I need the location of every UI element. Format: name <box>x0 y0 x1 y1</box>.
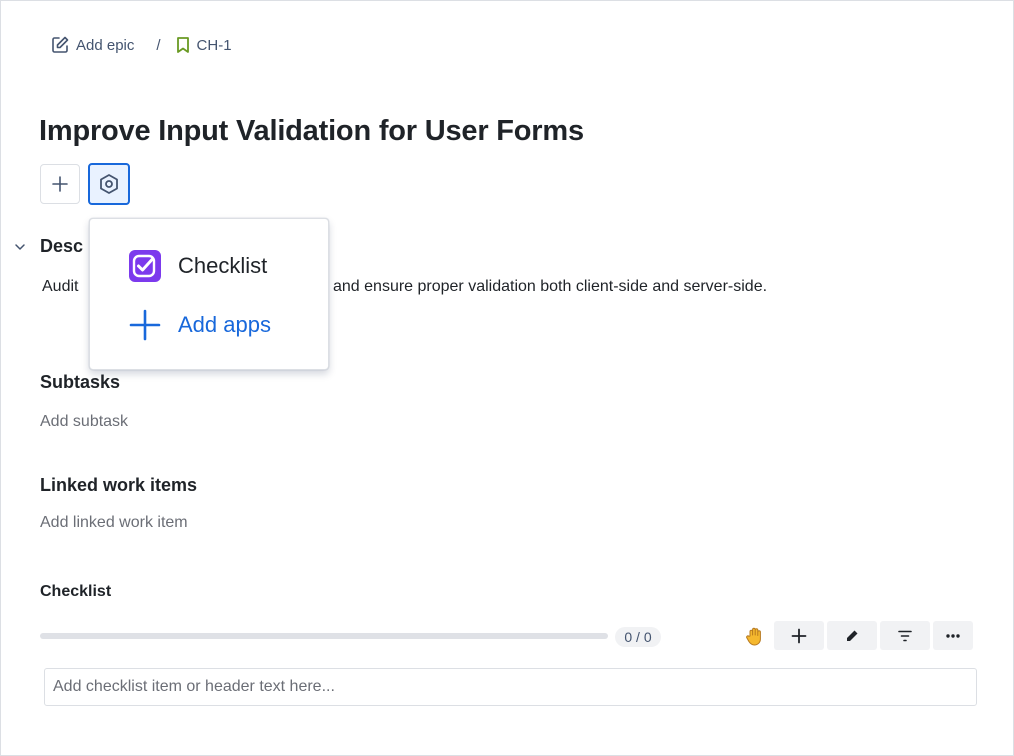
menu-item-add-apps-label: Add apps <box>178 312 271 337</box>
pencil-icon <box>847 630 858 641</box>
description-text-start[interactable]: Audit <box>42 278 78 296</box>
menu-item-checklist-label: Checklist <box>178 253 268 278</box>
checklist-app-icon <box>129 250 161 282</box>
subtasks-heading: Subtasks <box>40 372 121 392</box>
description-text-end[interactable]: and ensure proper validation both client… <box>333 278 767 296</box>
add-button[interactable] <box>40 164 80 204</box>
more-icon <box>946 633 960 638</box>
issue-key: CH-1 <box>196 36 232 54</box>
add-checklist-item-button[interactable] <box>774 621 824 650</box>
menu-item-add-apps[interactable]: Add apps <box>128 308 271 342</box>
hand-icon[interactable] <box>744 625 766 647</box>
bookmark-icon <box>176 37 189 53</box>
checklist-count-badge: 0 / 0 <box>615 627 661 647</box>
edit-icon <box>52 36 69 53</box>
hexagon-apps-icon <box>100 174 118 194</box>
add-subtask-placeholder[interactable]: Add subtask <box>40 413 128 431</box>
plus-icon <box>129 309 161 341</box>
issue-title[interactable]: Improve Input Validation for User Forms <box>39 115 584 148</box>
menu-item-checklist[interactable]: Checklist <box>128 249 267 283</box>
checklist-item-input[interactable] <box>44 668 977 706</box>
filter-icon <box>898 630 912 641</box>
apps-dropdown-menu: Checklist Add apps <box>89 218 329 370</box>
plus-icon <box>52 176 68 192</box>
checklist-progress-bar <box>40 633 608 639</box>
plus-icon <box>791 628 807 643</box>
chevron-down-icon[interactable] <box>13 240 27 254</box>
issue-view: Add epic / CH-1 Improve Input Validation… <box>0 0 1014 756</box>
description-heading: Desc <box>40 236 84 256</box>
add-epic-label: Add epic <box>76 36 135 54</box>
edit-checklist-button[interactable] <box>827 621 877 650</box>
checklist-heading: Checklist <box>40 583 112 600</box>
issue-key-link[interactable]: CH-1 <box>175 36 232 54</box>
linked-items-heading: Linked work items <box>40 475 198 495</box>
breadcrumb-separator: / <box>156 36 161 54</box>
breadcrumb: Add epic / CH-1 <box>50 34 232 56</box>
add-linked-item-placeholder[interactable]: Add linked work item <box>40 514 188 532</box>
more-actions-button[interactable] <box>933 621 973 650</box>
filter-checklist-button[interactable] <box>880 621 930 650</box>
apps-button[interactable] <box>88 163 130 205</box>
add-epic-link[interactable]: Add epic <box>50 35 134 55</box>
